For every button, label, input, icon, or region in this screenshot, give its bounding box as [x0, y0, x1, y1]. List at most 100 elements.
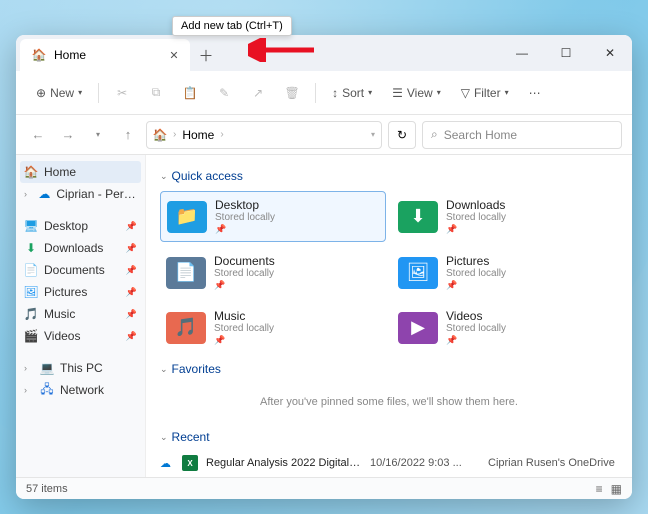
cloud-icon: ☁ [160, 457, 174, 470]
address-bar[interactable]: 🏠 › Home › ▾ [146, 121, 382, 149]
search-input[interactable]: ⌕ Search Home [422, 121, 622, 149]
back-button[interactable]: ← [26, 123, 50, 147]
onedrive-icon: ☁ [38, 187, 50, 201]
rename-button[interactable]: ✎ [209, 82, 239, 104]
chevron-right-icon[interactable]: › [24, 363, 34, 373]
quick-access-documents[interactable]: 📄 DocumentsStored locally📌 [160, 248, 386, 297]
thumbnails-view-button[interactable]: ▦ [611, 482, 622, 496]
delete-icon: 🗑 [285, 86, 299, 100]
up-button[interactable]: ↑ [116, 123, 140, 147]
navigation-pane: 🏠 Home › ☁ Ciprian - Personal 🖥Desktop📌 … [16, 155, 146, 477]
pin-icon: 📌 [214, 335, 274, 346]
cut-icon: ✂ [115, 86, 129, 100]
cut-button[interactable]: ✂ [107, 82, 137, 104]
sidebar-item-onedrive[interactable]: › ☁ Ciprian - Personal [16, 183, 145, 205]
paste-button[interactable]: 📋 [175, 82, 205, 104]
pin-icon: 📌 [126, 287, 137, 298]
desktop-icon: 🖥 [24, 219, 38, 233]
music-icon: 🎵 [24, 307, 38, 321]
copy-icon: ⧉ [149, 86, 163, 100]
pc-icon: 💻 [40, 361, 54, 375]
pin-icon: 📌 [446, 224, 506, 235]
recent-file-row[interactable]: ☁ X Regular Analysis 2022 Digital Citize… [160, 452, 618, 474]
network-icon: 🖧 [40, 383, 54, 397]
folder-icon: 📄 [166, 257, 206, 289]
chevron-right-icon: › [173, 129, 176, 140]
sort-button[interactable]: ↕ Sort ▾ [324, 82, 380, 104]
more-button[interactable]: ⋯ [521, 82, 549, 104]
pin-icon: 📌 [214, 280, 275, 291]
sidebar-item-home[interactable]: 🏠 Home [20, 161, 141, 183]
forward-button[interactable]: → [56, 123, 80, 147]
details-view-button[interactable]: ≡ [596, 482, 603, 496]
folder-icon: 🖼 [398, 257, 438, 289]
search-icon: ⌕ [431, 127, 438, 142]
tab-close-button[interactable]: ✕ [166, 47, 182, 63]
quick-access-videos[interactable]: ▶ VideosStored locally📌 [392, 303, 618, 352]
breadcrumb-home[interactable]: Home [182, 128, 214, 142]
delete-button[interactable]: 🗑 [277, 82, 307, 104]
copy-button[interactable]: ⧉ [141, 82, 171, 104]
sidebar-item-desktop[interactable]: 🖥Desktop📌 [16, 215, 145, 237]
section-favorites[interactable]: ⌄Favorites [160, 362, 618, 376]
new-tab-tooltip: Add new tab (Ctrl+T) [172, 16, 292, 36]
home-icon: 🏠 [24, 165, 38, 179]
documents-icon: 📄 [24, 263, 38, 277]
new-tab-button[interactable]: ＋ [190, 39, 222, 71]
tab-title: Home [54, 48, 86, 62]
content-pane: ⌄Quick access 📁 DesktopStored locally📌 ⬇… [146, 155, 632, 477]
pin-icon: 📌 [215, 224, 275, 235]
chevron-right-icon[interactable]: › [24, 189, 32, 199]
item-count: 57 items [26, 483, 68, 495]
recent-locations-button[interactable]: ▾ [86, 123, 110, 147]
folder-icon: ⬇ [398, 201, 438, 233]
sidebar-item-documents[interactable]: 📄Documents📌 [16, 259, 145, 281]
pin-icon: 📌 [446, 280, 506, 291]
pictures-icon: 🖼 [24, 285, 38, 299]
new-button[interactable]: ⊕ New ▾ [28, 82, 90, 104]
quick-access-music[interactable]: 🎵 MusicStored locally📌 [160, 303, 386, 352]
search-placeholder: Search Home [444, 128, 517, 142]
folder-icon: 📁 [167, 201, 207, 233]
minimize-button[interactable]: — [500, 35, 544, 71]
view-button[interactable]: ☰ View ▾ [384, 82, 449, 104]
section-quick-access[interactable]: ⌄Quick access [160, 169, 618, 183]
folder-icon: 🎵 [166, 312, 206, 344]
filter-button[interactable]: ▽ Filter ▾ [453, 82, 517, 104]
quick-access-desktop[interactable]: 📁 DesktopStored locally📌 [160, 191, 386, 242]
section-recent[interactable]: ⌄Recent [160, 430, 618, 444]
pin-icon: 📌 [126, 221, 137, 232]
chevron-right-icon[interactable]: › [24, 385, 34, 395]
sidebar-item-downloads[interactable]: ⬇Downloads📌 [16, 237, 145, 259]
chevron-down-icon: ⌄ [160, 364, 168, 375]
excel-icon: X [182, 455, 198, 471]
tab-home[interactable]: 🏠 Home ✕ [20, 39, 190, 71]
sidebar-item-thispc[interactable]: ›💻This PC [16, 357, 145, 379]
videos-icon: 🎬 [24, 329, 38, 343]
downloads-icon: ⬇ [24, 241, 38, 255]
pin-icon: 📌 [126, 243, 137, 254]
chevron-down-icon[interactable]: ▾ [371, 130, 375, 139]
sidebar-item-music[interactable]: 🎵Music📌 [16, 303, 145, 325]
pin-icon: 📌 [126, 331, 137, 342]
pin-icon: 📌 [126, 265, 137, 276]
sidebar-item-pictures[interactable]: 🖼Pictures📌 [16, 281, 145, 303]
home-icon: 🏠 [153, 128, 167, 142]
refresh-button[interactable]: ↻ [388, 121, 416, 149]
recent-file-row[interactable]: ☁ X Regular Analysis 2022 Digital Citize… [160, 474, 618, 477]
sidebar-item-network[interactable]: ›🖧Network [16, 379, 145, 401]
close-button[interactable]: ✕ [588, 35, 632, 71]
chevron-down-icon: ⌄ [160, 432, 168, 443]
rename-icon: ✎ [217, 86, 231, 100]
share-button[interactable]: ↗ [243, 82, 273, 104]
quick-access-pictures[interactable]: 🖼 PicturesStored locally📌 [392, 248, 618, 297]
status-bar: 57 items ≡ ▦ [16, 477, 632, 499]
share-icon: ↗ [251, 86, 265, 100]
maximize-button[interactable]: ☐ [544, 35, 588, 71]
sidebar-item-videos[interactable]: 🎬Videos📌 [16, 325, 145, 347]
pin-icon: 📌 [446, 335, 506, 346]
annotation-arrow [248, 38, 318, 62]
pin-icon: 📌 [126, 309, 137, 320]
quick-access-downloads[interactable]: ⬇ DownloadsStored locally📌 [392, 191, 618, 242]
file-explorer-window: 🏠 Home ✕ ＋ — ☐ ✕ ⊕ New ▾ ✂ ⧉ 📋 ✎ ↗ 🗑 ↕ S… [16, 35, 632, 499]
